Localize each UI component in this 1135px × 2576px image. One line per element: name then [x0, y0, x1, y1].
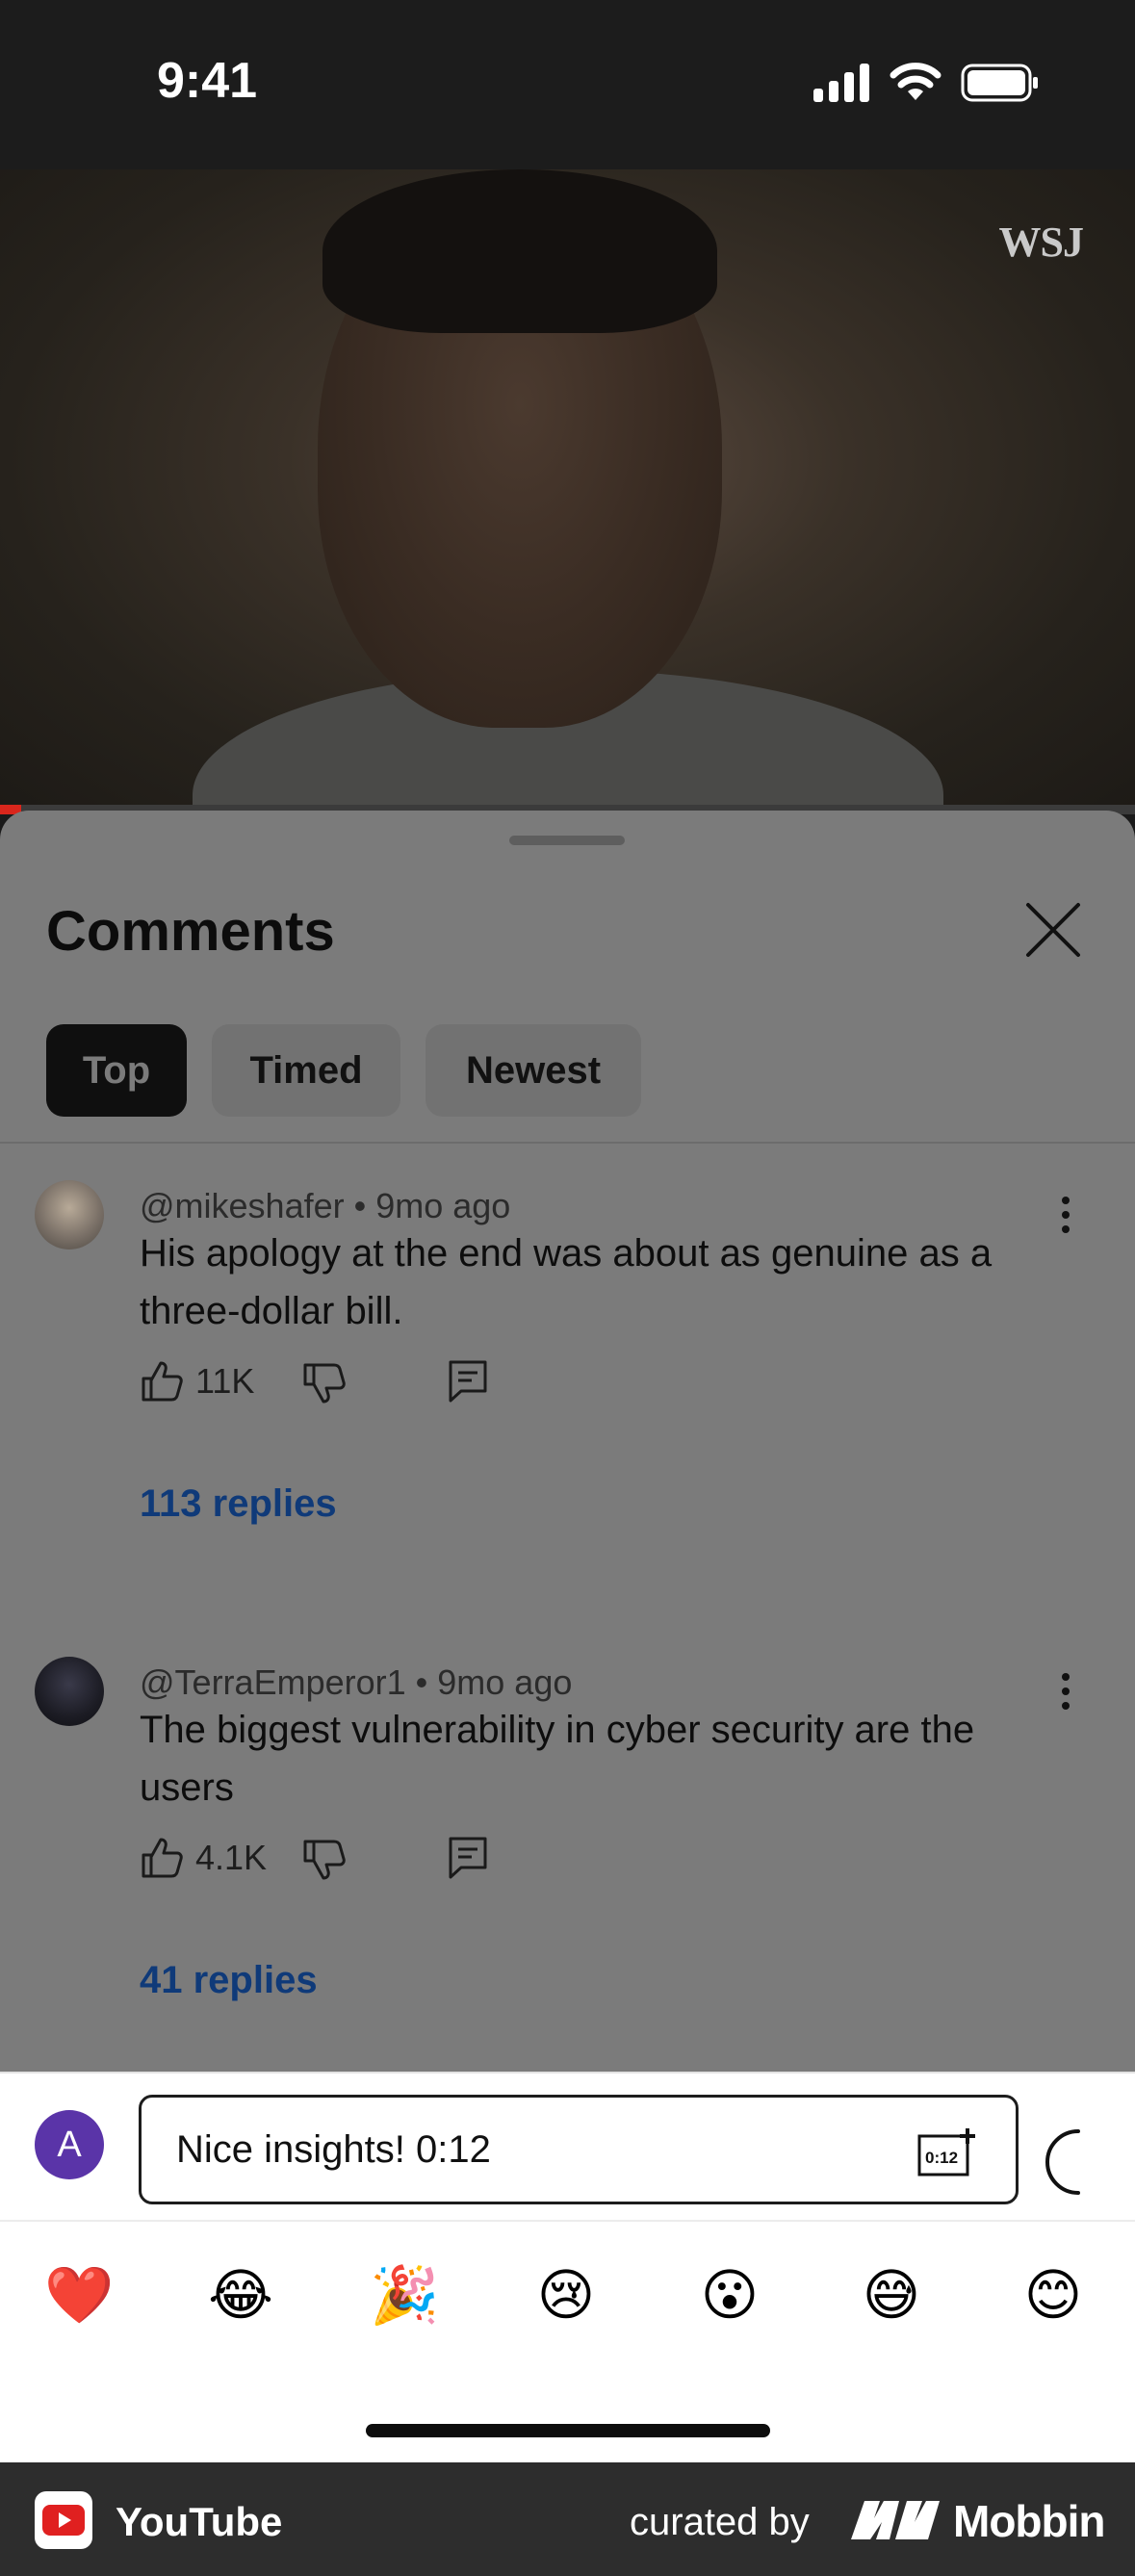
view-replies-link[interactable]: 113 replies: [140, 1482, 337, 1526]
meta-separator: •: [353, 1186, 376, 1225]
add-timestamp-icon[interactable]: 0:12: [917, 2126, 977, 2178]
comment-meta: @TerraEmperor1 • 9mo ago: [140, 1662, 572, 1703]
video-frame-hair: [322, 169, 717, 333]
filter-chip-newest[interactable]: Newest: [426, 1024, 641, 1117]
my-avatar[interactable]: A: [35, 2110, 104, 2179]
loading-spinner-icon: [1045, 2129, 1080, 2195]
reply-icon[interactable]: [448, 1359, 488, 1404]
avatar[interactable]: [35, 1657, 104, 1726]
youtube-play-icon: [42, 2505, 85, 2536]
wsj-watermark: WSJ: [998, 219, 1084, 266]
mobbin-logo-icon: [851, 2501, 940, 2539]
view-replies-link[interactable]: 41 replies: [140, 1959, 318, 2002]
video-player[interactable]: WSJ: [0, 169, 1135, 814]
avatar[interactable]: [35, 1180, 104, 1249]
emoji-bar: ❤️ 😂 🎉 😢 😮 😅 😊: [0, 2220, 1135, 2462]
mobbin-brand: Mobbin: [953, 2496, 1105, 2546]
emoji-heart[interactable]: ❤️: [44, 2260, 114, 2330]
reply-icon[interactable]: [448, 1836, 488, 1880]
clock: 9:41: [157, 53, 258, 109]
screen: 9:41 WSJ Comments Top Timed Newest @mike…: [0, 0, 1135, 2576]
wifi-icon: [890, 63, 942, 100]
battery-icon: [961, 64, 1038, 102]
emoji-crying[interactable]: 😢: [531, 2260, 601, 2330]
dislike-icon[interactable]: [301, 1838, 346, 1882]
comment-age: 9mo ago: [375, 1186, 511, 1225]
more-options-icon[interactable]: [1059, 1196, 1072, 1234]
comment-author[interactable]: @mikeshafer: [140, 1186, 345, 1225]
timestamp-icon-label: 0:12: [925, 2149, 958, 2167]
comment-text: The biggest vulnerability in cyber secur…: [140, 1709, 975, 1809]
emoji-party[interactable]: 🎉: [370, 2260, 439, 2330]
more-options-icon[interactable]: [1059, 1672, 1072, 1711]
curated-by-label: curated by: [630, 2501, 810, 2543]
home-indicator[interactable]: [366, 2424, 770, 2437]
filter-chip-top[interactable]: Top: [46, 1024, 187, 1117]
comment-age: 9mo ago: [437, 1662, 573, 1702]
dislike-icon[interactable]: [301, 1361, 346, 1405]
comments-title: Comments: [46, 900, 335, 963]
close-icon[interactable]: [1022, 899, 1084, 961]
meta-separator: •: [415, 1662, 438, 1702]
like-icon[interactable]: [140, 1359, 184, 1404]
emoji-surprised[interactable]: 😮: [695, 2260, 764, 2330]
comment-meta: @mikeshafer • 9mo ago: [140, 1186, 510, 1226]
comments-sheet: Comments Top Timed Newest @mikeshafer • …: [0, 811, 1135, 2072]
comment-text: His apology at the end was about as genu…: [140, 1232, 993, 1332]
comment-author[interactable]: @TerraEmperor1: [140, 1662, 406, 1702]
comment-actions: 11K: [140, 1357, 525, 1405]
like-count: 11K: [195, 1361, 255, 1401]
comment-composer: A 0:12: [0, 2072, 1135, 2220]
emoji-laughing[interactable]: 😂: [206, 2260, 275, 2330]
attribution-footer: YouTube curated by Mobbin: [0, 2462, 1135, 2576]
filter-chip-timed[interactable]: Timed: [212, 1024, 400, 1117]
youtube-logo-icon: [35, 2491, 92, 2549]
like-count: 4.1K: [195, 1838, 268, 1877]
cellular-signal-icon: [813, 64, 869, 102]
status-bar: 9:41: [0, 0, 1135, 169]
app-name: YouTube: [116, 2499, 283, 2544]
emoji-sweat-smile[interactable]: 😅: [857, 2260, 926, 2330]
comment-input[interactable]: [176, 2121, 850, 2178]
emoji-smile[interactable]: 😊: [1019, 2260, 1088, 2330]
sheet-drag-handle[interactable]: [509, 836, 625, 845]
divider: [0, 1142, 1135, 1144]
comment-actions: 4.1K: [140, 1834, 525, 1882]
comment-field[interactable]: 0:12: [139, 2095, 1019, 2204]
like-icon[interactable]: [140, 1836, 184, 1880]
